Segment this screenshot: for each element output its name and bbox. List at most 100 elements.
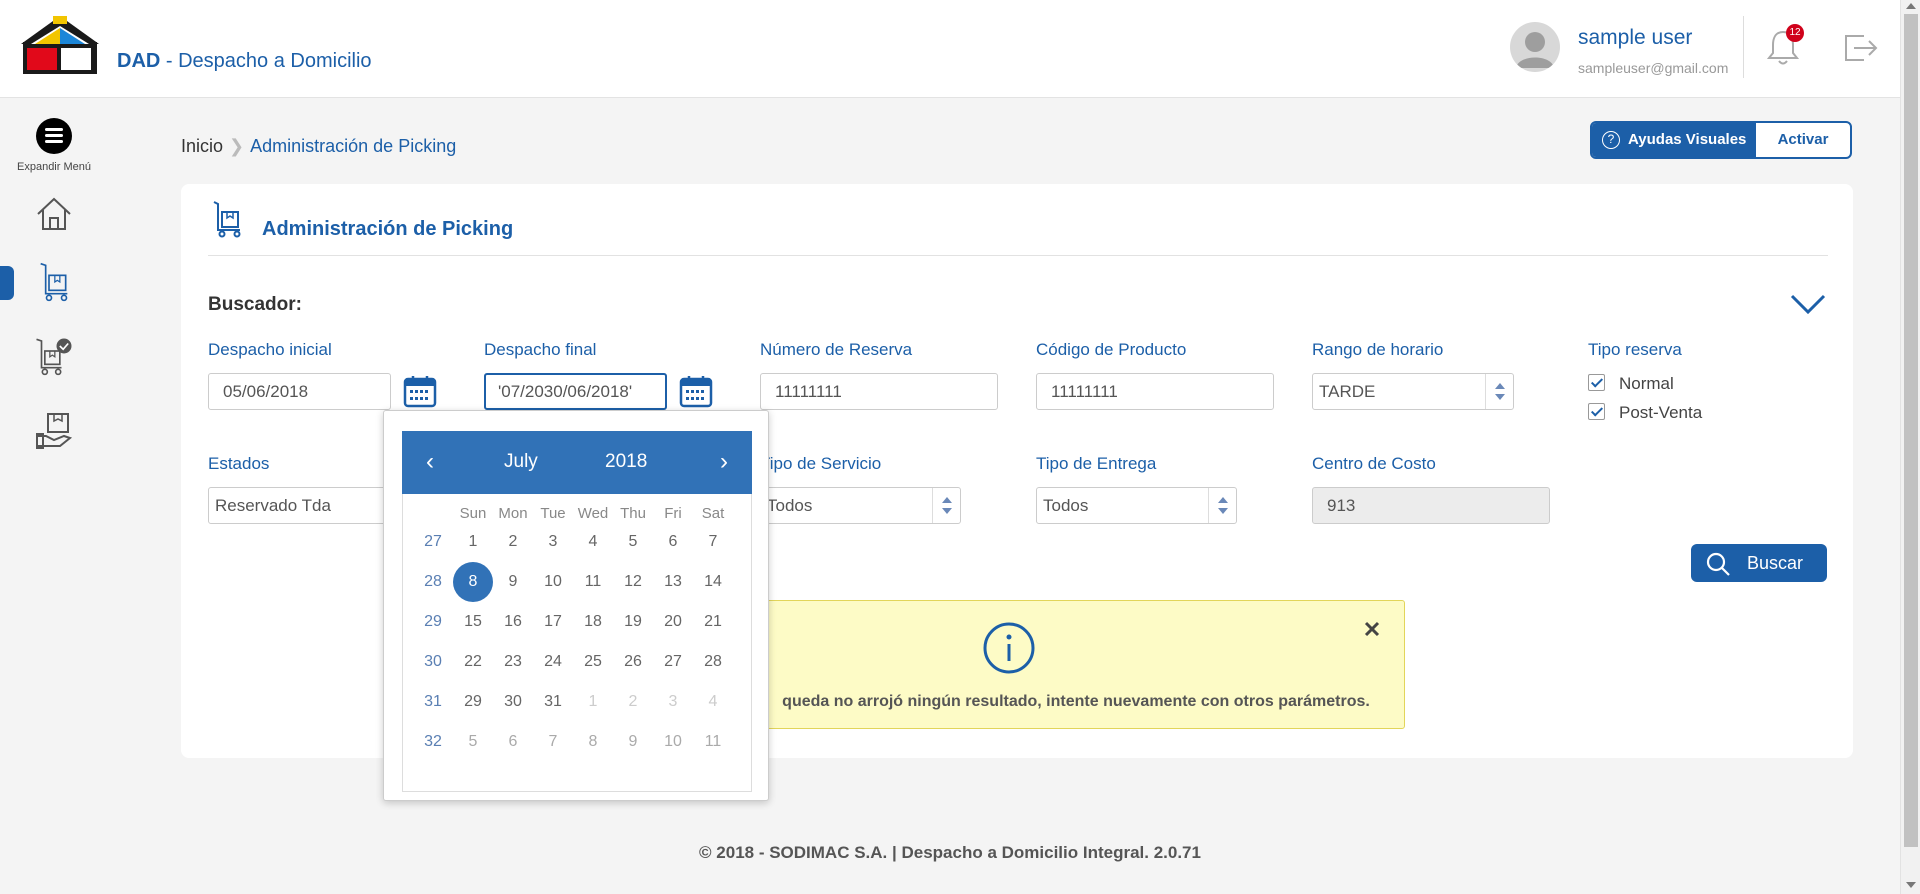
app-title: DAD - Despacho a Domicilio <box>117 50 372 73</box>
search-icon <box>1706 552 1730 576</box>
codigo-producto-input[interactable]: 11111111 <box>1036 373 1274 410</box>
date-picker-header: ‹ July 2018 › <box>402 431 752 494</box>
day-cell[interactable]: 29 <box>453 682 493 722</box>
despacho-final-input[interactable]: '07/2030/06/2018' <box>484 373 667 410</box>
numero-reserva-input[interactable]: 11111111 <box>760 373 998 410</box>
day-cell[interactable]: 17 <box>533 602 573 642</box>
day-cell[interactable]: 3 <box>533 522 573 562</box>
day-cell[interactable]: 4 <box>693 682 733 722</box>
sodimac-logo[interactable] <box>19 14 101 76</box>
card-title: Administración de Picking <box>262 218 514 240</box>
breadcrumb-home-link[interactable]: Inicio <box>181 136 223 156</box>
checkbox-checked-icon[interactable] <box>1588 374 1605 391</box>
day-cell[interactable]: 6 <box>493 722 533 762</box>
day-cell[interactable]: 18 <box>573 602 613 642</box>
day-cell[interactable]: 2 <box>613 682 653 722</box>
day-cell[interactable]: 11 <box>573 562 613 602</box>
picking-cart-icon[interactable] <box>34 262 74 302</box>
checkbox-post-venta-label: Post-Venta <box>1619 403 1703 422</box>
week-row: 32 5 6 7 8 9 10 11 <box>403 722 753 762</box>
checkbox-normal[interactable]: Normal <box>1588 374 1674 394</box>
despacho-inicial-label: Despacho inicial <box>208 340 332 359</box>
day-cell[interactable]: 12 <box>613 562 653 602</box>
user-name: sample user <box>1578 26 1693 49</box>
scroll-thumb[interactable] <box>1904 14 1918 847</box>
tipo-servicio-value: Todos <box>767 496 813 515</box>
tipo-servicio-select[interactable]: Todos <box>760 487 961 524</box>
chevron-right-icon[interactable]: › <box>720 450 728 474</box>
day-cell[interactable]: 30 <box>493 682 533 722</box>
home-icon[interactable] <box>34 194 74 234</box>
day-cell[interactable]: 9 <box>613 722 653 762</box>
top-header: DAD - Despacho a Domicilio sample user s… <box>0 0 1900 98</box>
user-email: sampleuser@gmail.com <box>1578 60 1729 76</box>
visual-help-toggle: ? Ayudas Visuales Activar <box>1590 121 1852 159</box>
day-cell[interactable]: 8 <box>573 722 613 762</box>
cart-check-icon[interactable] <box>34 336 74 376</box>
visual-help-button[interactable]: ? Ayudas Visuales <box>1592 123 1756 157</box>
day-cell[interactable]: 2 <box>493 522 533 562</box>
search-button[interactable]: Buscar <box>1691 544 1827 582</box>
day-cell[interactable]: 7 <box>693 522 733 562</box>
day-cell[interactable]: 31 <box>533 682 573 722</box>
day-cell[interactable]: 1 <box>573 682 613 722</box>
scrollbar[interactable] <box>1900 0 1920 894</box>
avatar[interactable] <box>1510 22 1560 72</box>
day-cell[interactable]: 4 <box>573 522 613 562</box>
checkbox-checked-icon[interactable] <box>1588 403 1605 420</box>
day-cell[interactable]: 1 <box>453 522 493 562</box>
day-cell[interactable]: 9 <box>493 562 533 602</box>
visual-help-label: Ayudas Visuales <box>1628 131 1747 148</box>
day-cell[interactable]: 8 <box>453 562 493 602</box>
search-button-label: Buscar <box>1747 553 1804 573</box>
estados-label: Estados <box>208 454 270 473</box>
activate-help-button[interactable]: Activar <box>1756 123 1850 157</box>
rango-horario-select[interactable]: TARDE <box>1312 373 1514 410</box>
day-cell[interactable]: 13 <box>653 562 693 602</box>
date-picker-grid: Sun Mon Tue Wed Thu Fri Sat 27 1 2 3 4 5 6 7 28 8 9 10 11 12… <box>402 494 752 792</box>
day-cell[interactable]: 16 <box>493 602 533 642</box>
date-picker-month[interactable]: July <box>504 451 538 473</box>
tipo-entrega-select[interactable]: Todos <box>1036 487 1237 524</box>
day-cell[interactable]: 15 <box>453 602 493 642</box>
despacho-inicial-input[interactable]: 05/06/2018 <box>208 373 391 410</box>
day-cell[interactable]: 20 <box>653 602 693 642</box>
close-icon[interactable] <box>1364 621 1380 637</box>
week-row: 30 22 23 24 25 26 27 28 <box>403 642 753 682</box>
scroll-down-icon[interactable] <box>1906 882 1916 888</box>
day-cell[interactable]: 21 <box>693 602 733 642</box>
day-cell[interactable]: 22 <box>453 642 493 682</box>
day-cell[interactable]: 19 <box>613 602 653 642</box>
scroll-up-icon[interactable] <box>1906 3 1916 9</box>
estados-select[interactable]: Reservado Tda <box>208 487 408 524</box>
hand-box-icon[interactable] <box>34 410 74 450</box>
day-cell[interactable]: 26 <box>613 642 653 682</box>
app-short-name: DAD <box>117 50 161 72</box>
week-number: 27 <box>424 533 442 550</box>
day-cell[interactable]: 28 <box>693 642 733 682</box>
calendar-icon[interactable] <box>403 374 437 408</box>
tipo-reserva-label: Tipo reserva <box>1588 340 1682 359</box>
chevron-left-icon[interactable]: ‹ <box>426 450 434 474</box>
expand-menu-button[interactable] <box>36 118 72 154</box>
week-number: 31 <box>424 693 442 710</box>
day-cell[interactable]: 23 <box>493 642 533 682</box>
day-cell[interactable]: 5 <box>613 522 653 562</box>
date-picker-year[interactable]: 2018 <box>605 451 647 473</box>
day-cell[interactable]: 10 <box>533 562 573 602</box>
day-cell[interactable]: 11 <box>693 722 733 762</box>
day-cell[interactable]: 3 <box>653 682 693 722</box>
day-cell[interactable]: 10 <box>653 722 693 762</box>
checkbox-post-venta[interactable]: Post-Venta <box>1588 403 1702 423</box>
day-cell[interactable]: 24 <box>533 642 573 682</box>
logout-icon[interactable] <box>1840 28 1880 68</box>
chevron-down-icon[interactable] <box>1790 292 1826 316</box>
day-cell[interactable]: 25 <box>573 642 613 682</box>
day-cell[interactable]: 27 <box>653 642 693 682</box>
calendar-icon[interactable] <box>679 374 713 408</box>
day-cell[interactable]: 5 <box>453 722 493 762</box>
day-cell[interactable]: 14 <box>693 562 733 602</box>
day-cell[interactable]: 7 <box>533 722 573 762</box>
day-cell[interactable]: 6 <box>653 522 693 562</box>
date-picker-popup: ‹ July 2018 › Sun Mon Tue Wed Thu Fri Sat 27 1 2 3… <box>383 410 769 801</box>
